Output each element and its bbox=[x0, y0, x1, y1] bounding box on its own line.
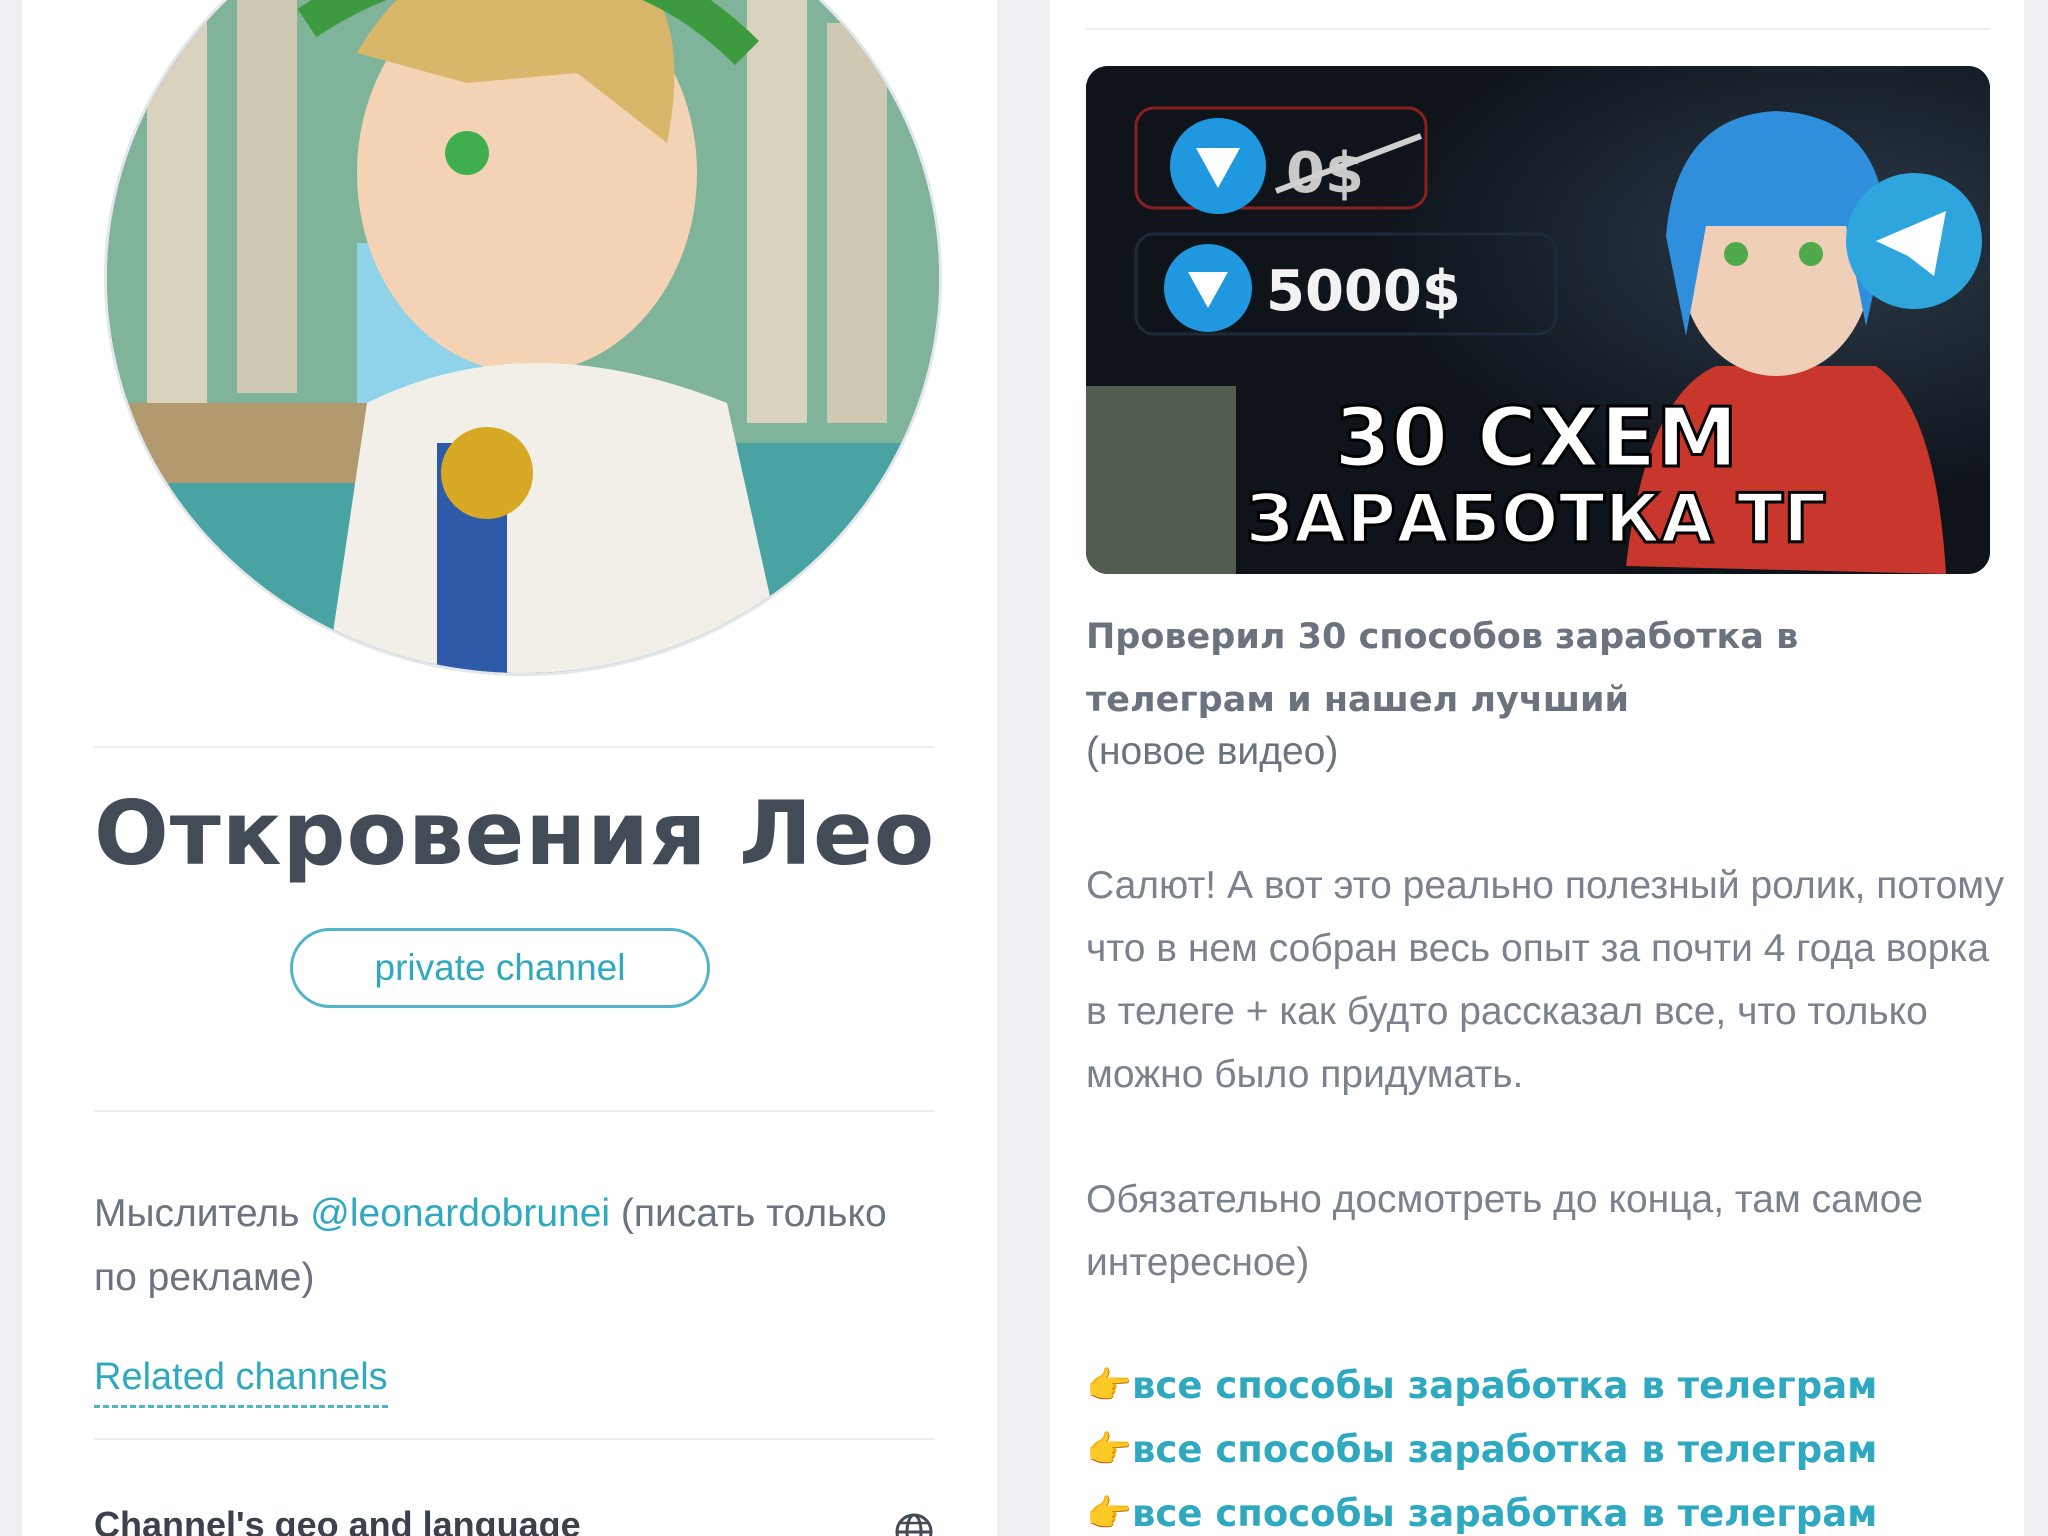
post-link-label[interactable]: все способы заработка в телеграм bbox=[1132, 1428, 1877, 1471]
post-link-label[interactable]: все способы заработка в телеграм bbox=[1132, 1364, 1877, 1407]
post-subtitle: (новое видео) bbox=[1086, 730, 1339, 773]
channel-avatar bbox=[104, 0, 942, 676]
thumbnail-price-new: 5000$ bbox=[1266, 259, 1461, 324]
avatar-image bbox=[107, 0, 939, 673]
thumbnail-image: 0$ 5000$ 30 СХЕМ ЗАРАБОТКА ТГ bbox=[1086, 66, 1990, 574]
post-title: Проверил 30 способов заработка в телегра… bbox=[1086, 617, 1799, 720]
post-link[interactable]: 👉все способы заработка в телеграм bbox=[1086, 1364, 1877, 1408]
pointing-hand-icon: 👉 bbox=[1086, 1428, 1133, 1471]
channel-description: Мыслитель @leonardobrunei (писать только… bbox=[94, 1182, 934, 1310]
divider bbox=[94, 1438, 934, 1440]
channel-title: Откровения Лео bbox=[94, 782, 936, 885]
post-paragraph: Салют! А вот это реально полезный ролик,… bbox=[1086, 864, 2005, 1096]
post-card: 0$ 5000$ 30 СХЕМ ЗАРАБОТКА ТГ Проверил 3… bbox=[1050, 0, 2024, 1536]
globe-icon[interactable] bbox=[894, 1512, 934, 1536]
mention-link[interactable]: @leonardobrunei bbox=[310, 1192, 610, 1235]
divider bbox=[94, 746, 934, 748]
pointing-hand-icon: 👉 bbox=[1086, 1492, 1133, 1535]
thumbnail-headline-1: 30 СХЕМ bbox=[1334, 391, 1738, 486]
private-channel-badge[interactable]: private channel bbox=[290, 928, 710, 1008]
post-link-label[interactable]: все способы заработка в телеграм bbox=[1132, 1492, 1877, 1535]
post-link[interactable]: 👉все способы заработка в телеграм bbox=[1086, 1428, 1877, 1472]
geo-language-heading: Channel's geo and language bbox=[94, 1504, 581, 1536]
thumbnail-headline-2: ЗАРАБОТКА ТГ bbox=[1245, 480, 1826, 559]
video-thumbnail[interactable]: 0$ 5000$ 30 СХЕМ ЗАРАБОТКА ТГ bbox=[1086, 66, 1990, 574]
post-link[interactable]: 👉все способы заработка в телеграм bbox=[1086, 1492, 1877, 1536]
pointing-hand-icon: 👉 bbox=[1086, 1364, 1133, 1407]
post-paragraph: Обязательно досмотреть до конца, там сам… bbox=[1086, 1178, 1924, 1284]
channel-info-card: Откровения Лео private channel Мыслитель… bbox=[22, 0, 997, 1536]
related-channels-link[interactable]: Related channels bbox=[94, 1356, 388, 1408]
description-prefix: Мыслитель bbox=[94, 1192, 311, 1235]
divider bbox=[94, 1110, 934, 1112]
divider bbox=[1086, 28, 1990, 30]
